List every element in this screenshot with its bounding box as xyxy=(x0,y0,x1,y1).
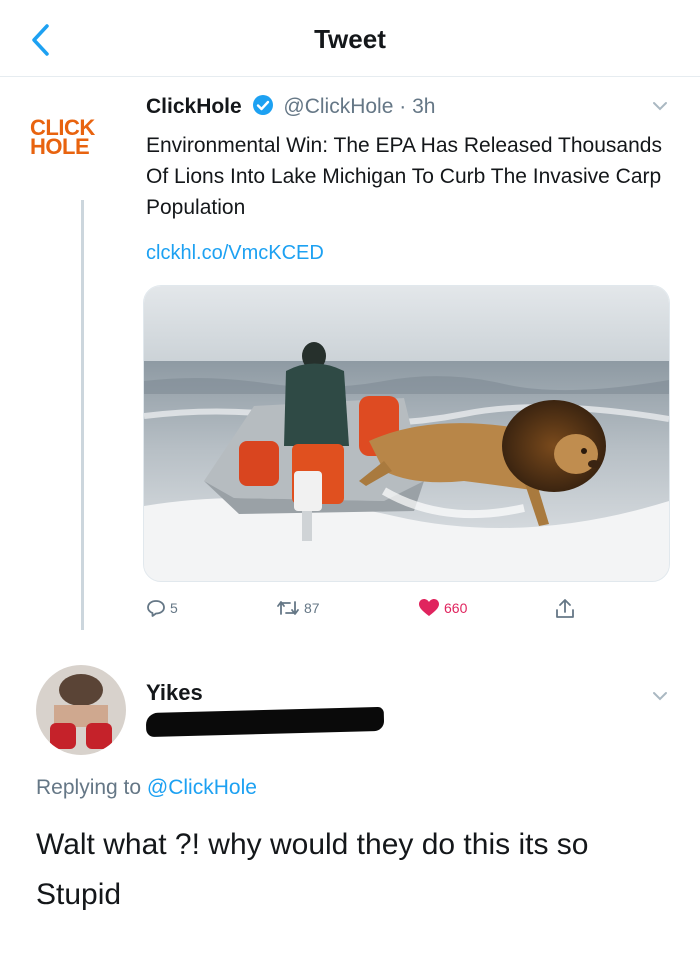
redacted-handle xyxy=(145,706,385,738)
retweet-count: 87 xyxy=(304,600,320,616)
top-bar: Tweet xyxy=(0,0,700,77)
heart-icon xyxy=(419,599,439,616)
page-title: Tweet xyxy=(314,24,386,54)
tweet-actions: 5 87 660 xyxy=(146,598,586,628)
logo-line-2: HOLE xyxy=(30,134,90,159)
chevron-down-icon[interactable] xyxy=(650,688,670,704)
reply-text: Walt what ?! why would they do this its … xyxy=(36,828,589,911)
tweet-header: ClickHole @ClickHole · 3h xyxy=(146,94,435,119)
retweet-action[interactable]: 87 xyxy=(276,598,320,618)
avatar-image xyxy=(36,665,126,755)
retweet-icon xyxy=(277,601,299,615)
chevron-down-icon[interactable] xyxy=(650,98,670,114)
replying-prefix: Replying to xyxy=(36,776,147,799)
avatar[interactable] xyxy=(36,665,126,755)
clickhole-logo[interactable]: CLICK HOLE xyxy=(30,117,126,166)
tweet-link[interactable]: clckhl.co/VmcKCED xyxy=(146,242,324,265)
like-count: 660 xyxy=(444,600,468,616)
author-handle[interactable]: @ClickHole xyxy=(283,95,393,118)
tweet-media-image[interactable] xyxy=(143,285,670,582)
share-icon xyxy=(556,599,574,618)
share-action[interactable] xyxy=(554,598,576,620)
reply-author-name[interactable]: Yikes xyxy=(146,680,203,706)
tweet-time[interactable]: 3h xyxy=(412,95,435,118)
boat-lion-photo xyxy=(144,286,669,581)
reply-icon xyxy=(147,600,165,617)
replying-to: Replying to @ClickHole xyxy=(36,776,257,800)
meta-separator: · xyxy=(399,95,407,118)
reply-action[interactable]: 5 xyxy=(146,598,178,618)
tweet-text: Environmental Win: The EPA Has Released … xyxy=(146,134,662,219)
reply-count: 5 xyxy=(170,600,178,616)
author-name[interactable]: ClickHole xyxy=(146,95,242,118)
thread-line xyxy=(81,200,84,630)
replying-mention[interactable]: @ClickHole xyxy=(147,776,257,799)
like-action[interactable]: 660 xyxy=(418,598,467,618)
verified-badge-icon xyxy=(252,95,273,115)
